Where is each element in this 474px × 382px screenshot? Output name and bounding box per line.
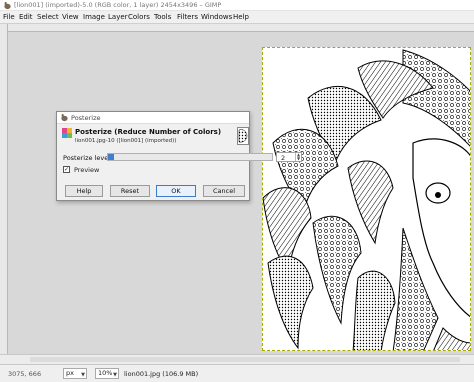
preview-label: Preview: [74, 166, 100, 174]
levels-value: 2: [281, 154, 286, 162]
menu-edit[interactable]: Edit: [19, 13, 33, 21]
spin-arrows-icon[interactable]: ▲ ▼: [295, 153, 301, 161]
lion-drawing-image: [263, 49, 470, 350]
dialog-titlebar[interactable]: Posterize: [57, 112, 249, 124]
menu-select[interactable]: Select: [37, 13, 59, 21]
chevron-down-icon: ▼: [81, 372, 85, 378]
image-thumbnail-icon: [237, 127, 249, 145]
unit-value: px: [66, 369, 74, 377]
menu-filters[interactable]: Filters: [177, 13, 198, 21]
menu-file[interactable]: File: [3, 13, 15, 21]
posterize-dialog: Posterize Posterize (Reduce Number of Co…: [56, 111, 302, 201]
pointer-coordinates: 3075, 666: [8, 370, 42, 378]
menu-layer[interactable]: Layer: [108, 13, 128, 21]
chevron-down-icon: ▼: [113, 372, 117, 378]
menu-tools[interactable]: Tools: [154, 13, 171, 21]
ok-button[interactable]: OK: [156, 185, 196, 197]
dialog-title: Posterize: [71, 114, 101, 122]
posterize-icon: [62, 128, 72, 138]
dialog-heading: Posterize (Reduce Number of Colors): [75, 128, 222, 136]
window-titlebar: [lion001] (imported)-5.0 (RGB color, 1 l…: [0, 0, 474, 11]
slider-fill: [108, 154, 114, 160]
posterize-levels-spinbox[interactable]: 2 ▲ ▼: [276, 152, 302, 162]
cancel-button[interactable]: Cancel: [203, 185, 245, 197]
zoom-selector[interactable]: 10% ▼: [95, 368, 119, 379]
window-title: [lion001] (imported)-5.0 (RGB color, 1 l…: [14, 1, 222, 9]
posterize-levels-slider[interactable]: [107, 153, 273, 161]
gimp-wilber-icon: [4, 1, 11, 10]
scroll-track[interactable]: [30, 357, 460, 362]
menu-windows[interactable]: Windows: [201, 13, 232, 21]
image-canvas[interactable]: [262, 47, 471, 351]
preview-checkbox[interactable]: ✓: [63, 166, 70, 173]
dialog-subheading: lion001.jpg-10 ([lion001] (imported)): [75, 138, 177, 144]
menu-view[interactable]: View: [62, 13, 79, 21]
reset-button[interactable]: Reset: [110, 185, 150, 197]
statusbar: 3075, 666 px ▼ 10% ▼ lion001.jpg (106.9 …: [0, 364, 474, 382]
menu-image[interactable]: Image: [83, 13, 105, 21]
status-message: lion001.jpg (106.9 MB): [124, 370, 199, 378]
horizontal-ruler[interactable]: [8, 24, 474, 32]
dialog-header: Posterize (Reduce Number of Colors) lion…: [61, 127, 249, 149]
vertical-ruler[interactable]: [0, 24, 8, 354]
posterize-levels-label: Posterize levels: [63, 154, 114, 162]
help-button[interactable]: Help: [65, 185, 103, 197]
unit-selector[interactable]: px ▼: [63, 368, 87, 379]
menubar: File Edit Select View Image Layer Colors…: [0, 11, 474, 24]
menu-colors[interactable]: Colors: [128, 13, 150, 21]
horizontal-scrollbar[interactable]: [0, 354, 474, 364]
zoom-value: 10%: [98, 369, 113, 377]
gimp-wilber-icon: [61, 113, 68, 122]
menu-help[interactable]: Help: [233, 13, 249, 21]
